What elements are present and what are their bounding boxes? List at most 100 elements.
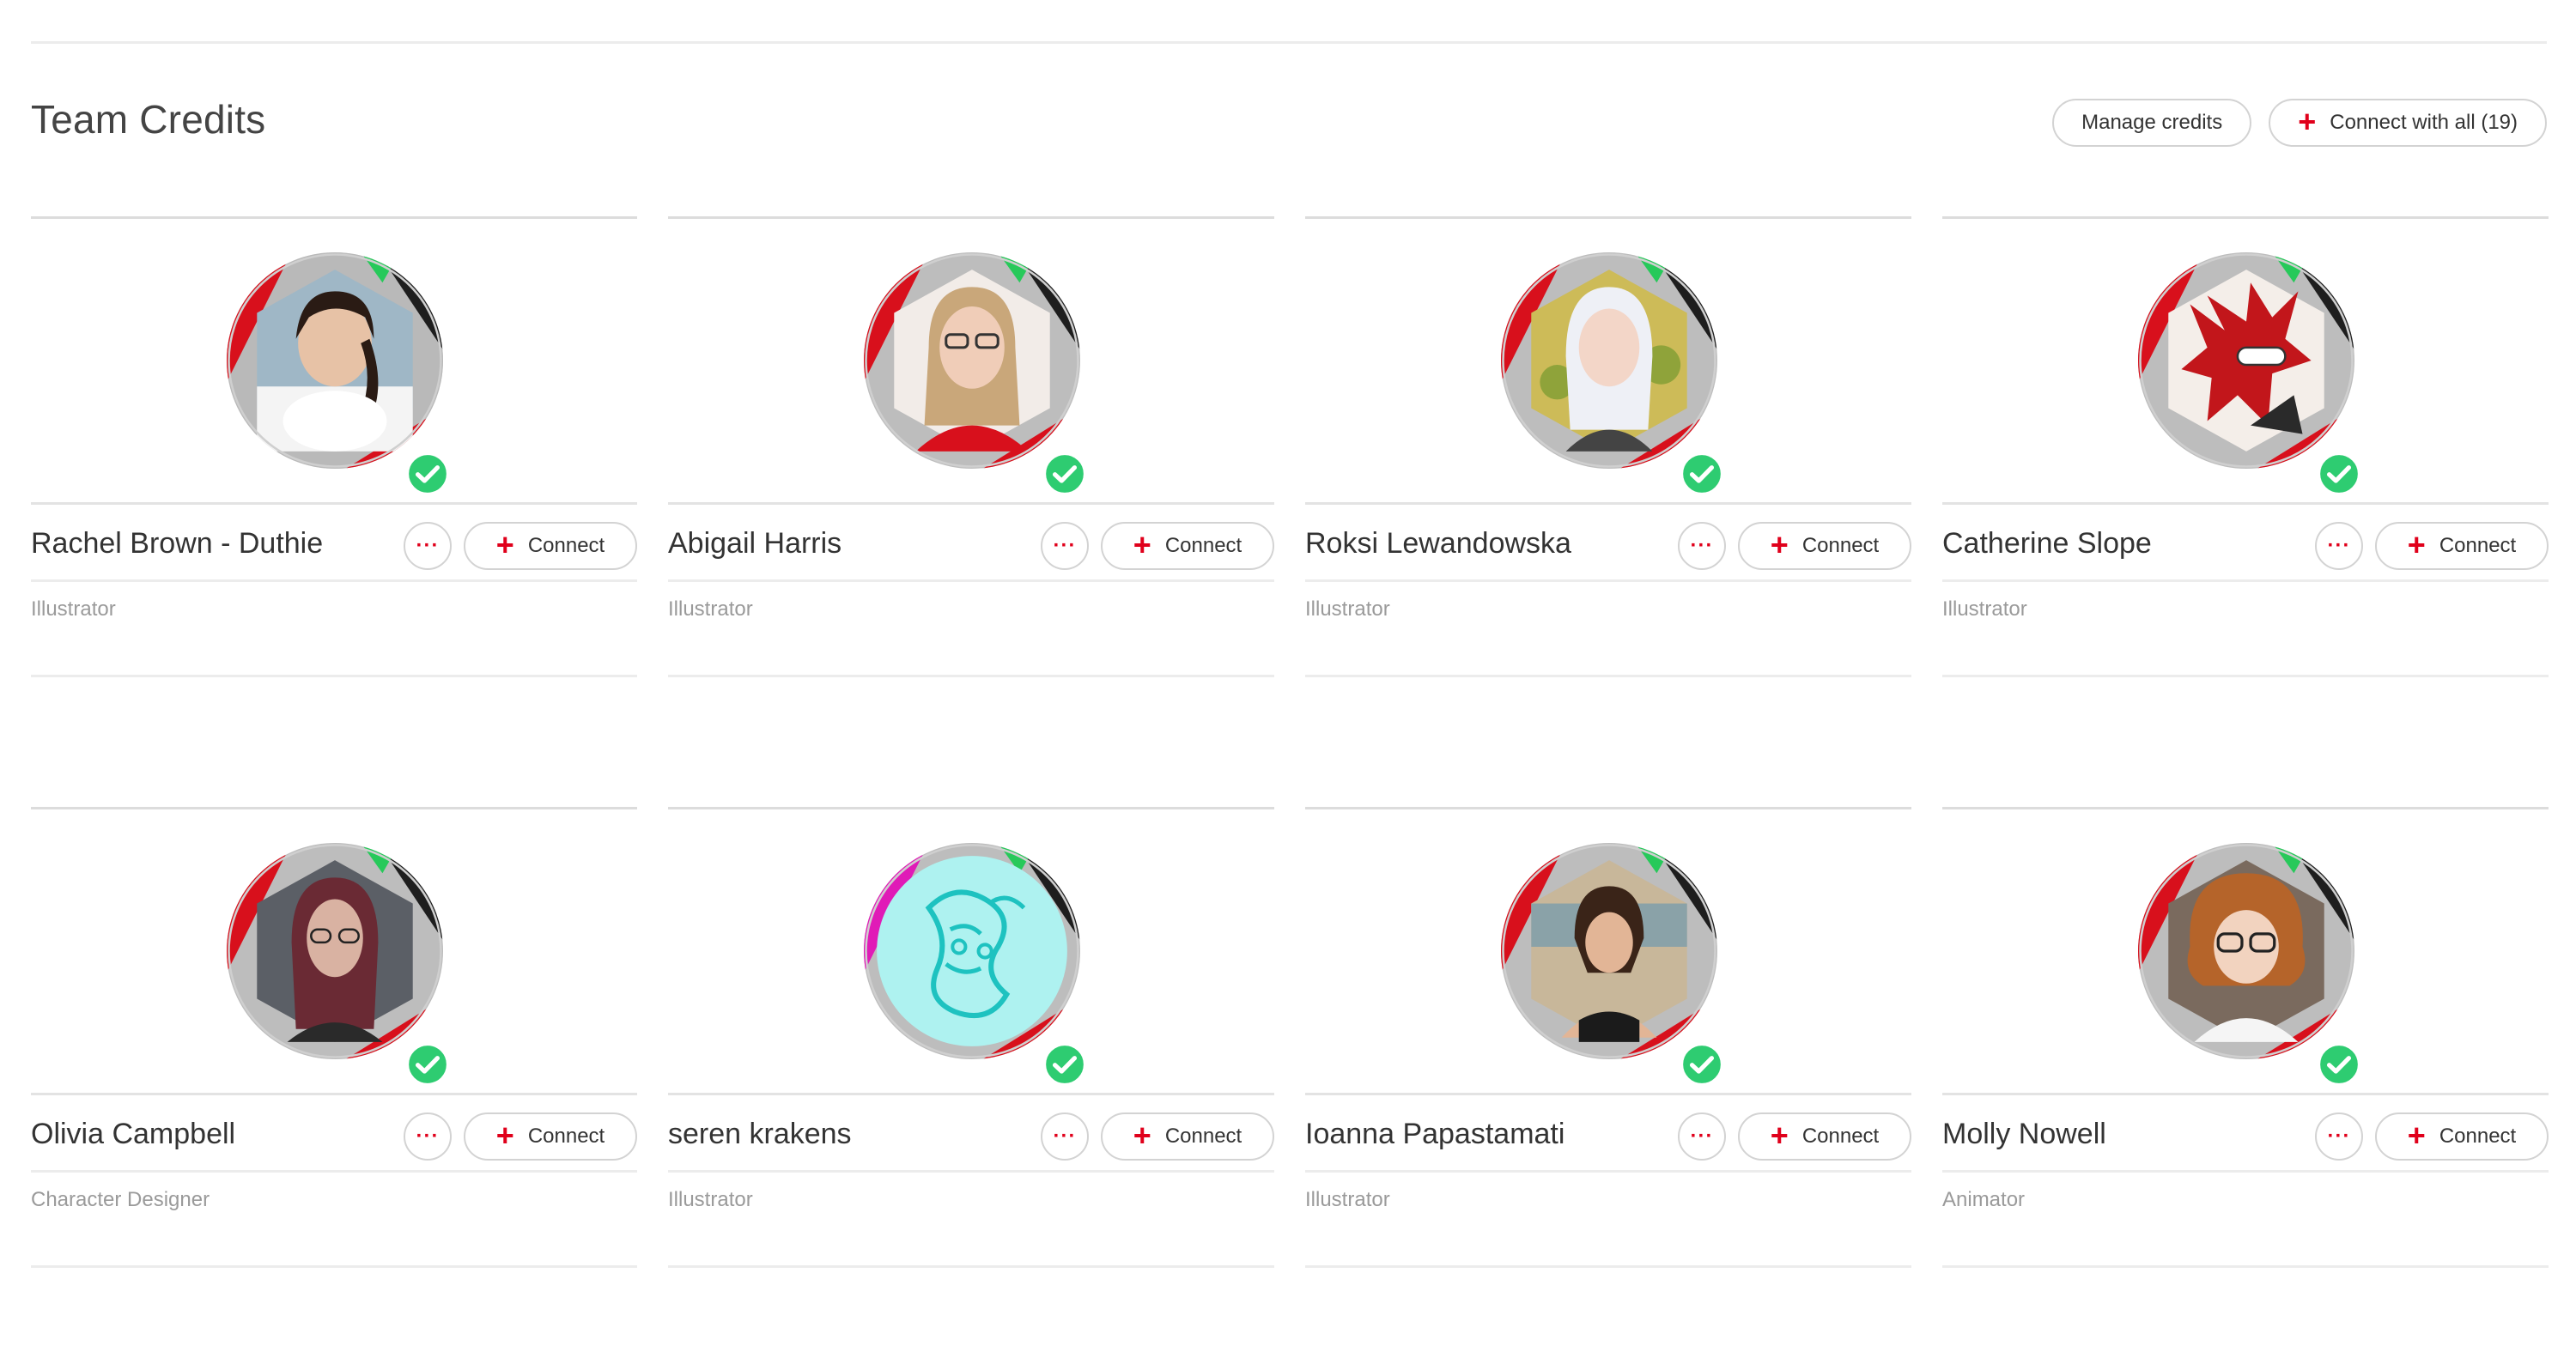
avatar[interactable] (2138, 252, 2361, 496)
member-role: Illustrator (1305, 597, 1390, 621)
avatar[interactable] (1501, 843, 1724, 1087)
more-options-button[interactable]: ··· (404, 1112, 452, 1161)
member-name[interactable]: Rachel Brown - Duthie (31, 527, 323, 561)
check-badge-icon (1680, 452, 1724, 496)
more-options-button[interactable]: ··· (1041, 1112, 1089, 1161)
check-badge-icon (2317, 452, 2361, 496)
connect-button[interactable]: + Connect (2375, 1112, 2549, 1161)
avatar-image (227, 252, 443, 469)
member-name[interactable]: Catherine Slope (1942, 527, 2152, 561)
member-role: Illustrator (668, 1188, 753, 1211)
credit-card: Molly Nowell ··· + Connect Animator (1942, 807, 2549, 1270)
more-options-button[interactable]: ··· (404, 522, 452, 570)
avatar-image (864, 843, 1080, 1059)
card-divider (31, 216, 637, 219)
connect-label: Connect (1164, 534, 1242, 557)
avatar[interactable] (2138, 843, 2361, 1087)
manage-credits-label: Manage credits (2081, 111, 2223, 134)
card-divider (1942, 216, 2549, 219)
avatar[interactable] (864, 252, 1087, 496)
card-divider (31, 1170, 637, 1173)
member-name[interactable]: seren krakens (668, 1118, 852, 1151)
plus-icon: + (1133, 527, 1151, 562)
plus-icon: + (2407, 1118, 2426, 1153)
connect-with-all-button[interactable]: + Connect with all (19) (2269, 99, 2547, 147)
member-role: Illustrator (1942, 597, 2027, 621)
check-badge-icon (405, 1042, 450, 1087)
member-name[interactable]: Molly Nowell (1942, 1118, 2106, 1151)
connect-button[interactable]: + Connect (2375, 522, 2549, 570)
plus-icon: + (1133, 1118, 1151, 1153)
member-name[interactable]: Ioanna Papastamati (1305, 1118, 1564, 1151)
avatar[interactable] (864, 843, 1087, 1087)
card-divider (31, 502, 637, 505)
team-credits-header: Team Credits Manage credits + Connect wi… (31, 86, 2547, 163)
card-divider (31, 1093, 637, 1095)
card-divider (668, 216, 1274, 219)
member-role: Illustrator (1305, 1188, 1390, 1211)
member-role: Illustrator (31, 597, 116, 621)
card-divider (1305, 1265, 1911, 1268)
card-divider (668, 675, 1274, 677)
avatar[interactable] (1501, 252, 1724, 496)
connect-button[interactable]: + Connect (464, 522, 637, 570)
plus-icon: + (2298, 104, 2317, 139)
card-divider (668, 579, 1274, 582)
card-divider (1305, 579, 1911, 582)
avatar[interactable] (227, 252, 450, 496)
avatar-image (1501, 252, 1717, 469)
card-divider (1305, 216, 1911, 219)
card-divider (1942, 675, 2549, 677)
member-name[interactable]: Olivia Campbell (31, 1118, 235, 1151)
more-options-button[interactable]: ··· (1041, 522, 1089, 570)
card-divider (31, 675, 637, 677)
card-divider (1942, 1093, 2549, 1095)
credit-card: Olivia Campbell ··· + Connect Character … (31, 807, 637, 1270)
member-role: Animator (1942, 1188, 2026, 1211)
card-divider (1305, 502, 1911, 505)
connect-button[interactable]: + Connect (1101, 522, 1274, 570)
more-icon: ··· (2327, 1124, 2351, 1148)
manage-credits-button[interactable]: Manage credits (2052, 99, 2252, 147)
more-icon: ··· (2327, 534, 2351, 557)
connect-button[interactable]: + Connect (464, 1112, 637, 1161)
connect-button[interactable]: + Connect (1101, 1112, 1274, 1161)
avatar-image (2138, 252, 2354, 469)
check-badge-icon (1680, 1042, 1724, 1087)
connect-label: Connect (2439, 1124, 2517, 1148)
connect-with-all-label: Connect with all (19) (2330, 111, 2518, 134)
card-divider (1942, 1265, 2549, 1268)
more-icon: ··· (1690, 1124, 1714, 1148)
card-divider (1305, 1170, 1911, 1173)
connect-label: Connect (2439, 534, 2517, 557)
connect-label: Connect (527, 534, 605, 557)
card-divider (1305, 1093, 1911, 1095)
avatar-image (2138, 843, 2354, 1059)
more-options-button[interactable]: ··· (2315, 1112, 2363, 1161)
more-options-button[interactable]: ··· (2315, 522, 2363, 570)
member-name[interactable]: Roksi Lewandowska (1305, 527, 1571, 561)
connect-button[interactable]: + Connect (1738, 1112, 1911, 1161)
avatar-image (227, 843, 443, 1059)
more-icon: ··· (1053, 534, 1077, 557)
avatar-image (864, 252, 1080, 469)
card-divider (1942, 502, 2549, 505)
credit-card: Roksi Lewandowska ··· + Connect Illustra… (1305, 216, 1911, 680)
member-name[interactable]: Abigail Harris (668, 527, 841, 561)
member-role: Character Designer (31, 1188, 210, 1211)
more-icon: ··· (416, 534, 440, 557)
card-divider (668, 502, 1274, 505)
card-divider (1942, 807, 2549, 809)
card-divider (668, 807, 1274, 809)
connect-button[interactable]: + Connect (1738, 522, 1911, 570)
card-divider (1305, 807, 1911, 809)
more-options-button[interactable]: ··· (1678, 522, 1726, 570)
more-options-button[interactable]: ··· (1678, 1112, 1726, 1161)
credit-card: Rachel Brown - Duthie ··· + Connect Illu… (31, 216, 637, 680)
avatar[interactable] (227, 843, 450, 1087)
page-title: Team Credits (31, 97, 266, 142)
card-divider (668, 1265, 1274, 1268)
check-badge-icon (1042, 452, 1087, 496)
check-badge-icon (405, 452, 450, 496)
header-actions: Manage credits + Connect with all (19) (2052, 99, 2547, 147)
